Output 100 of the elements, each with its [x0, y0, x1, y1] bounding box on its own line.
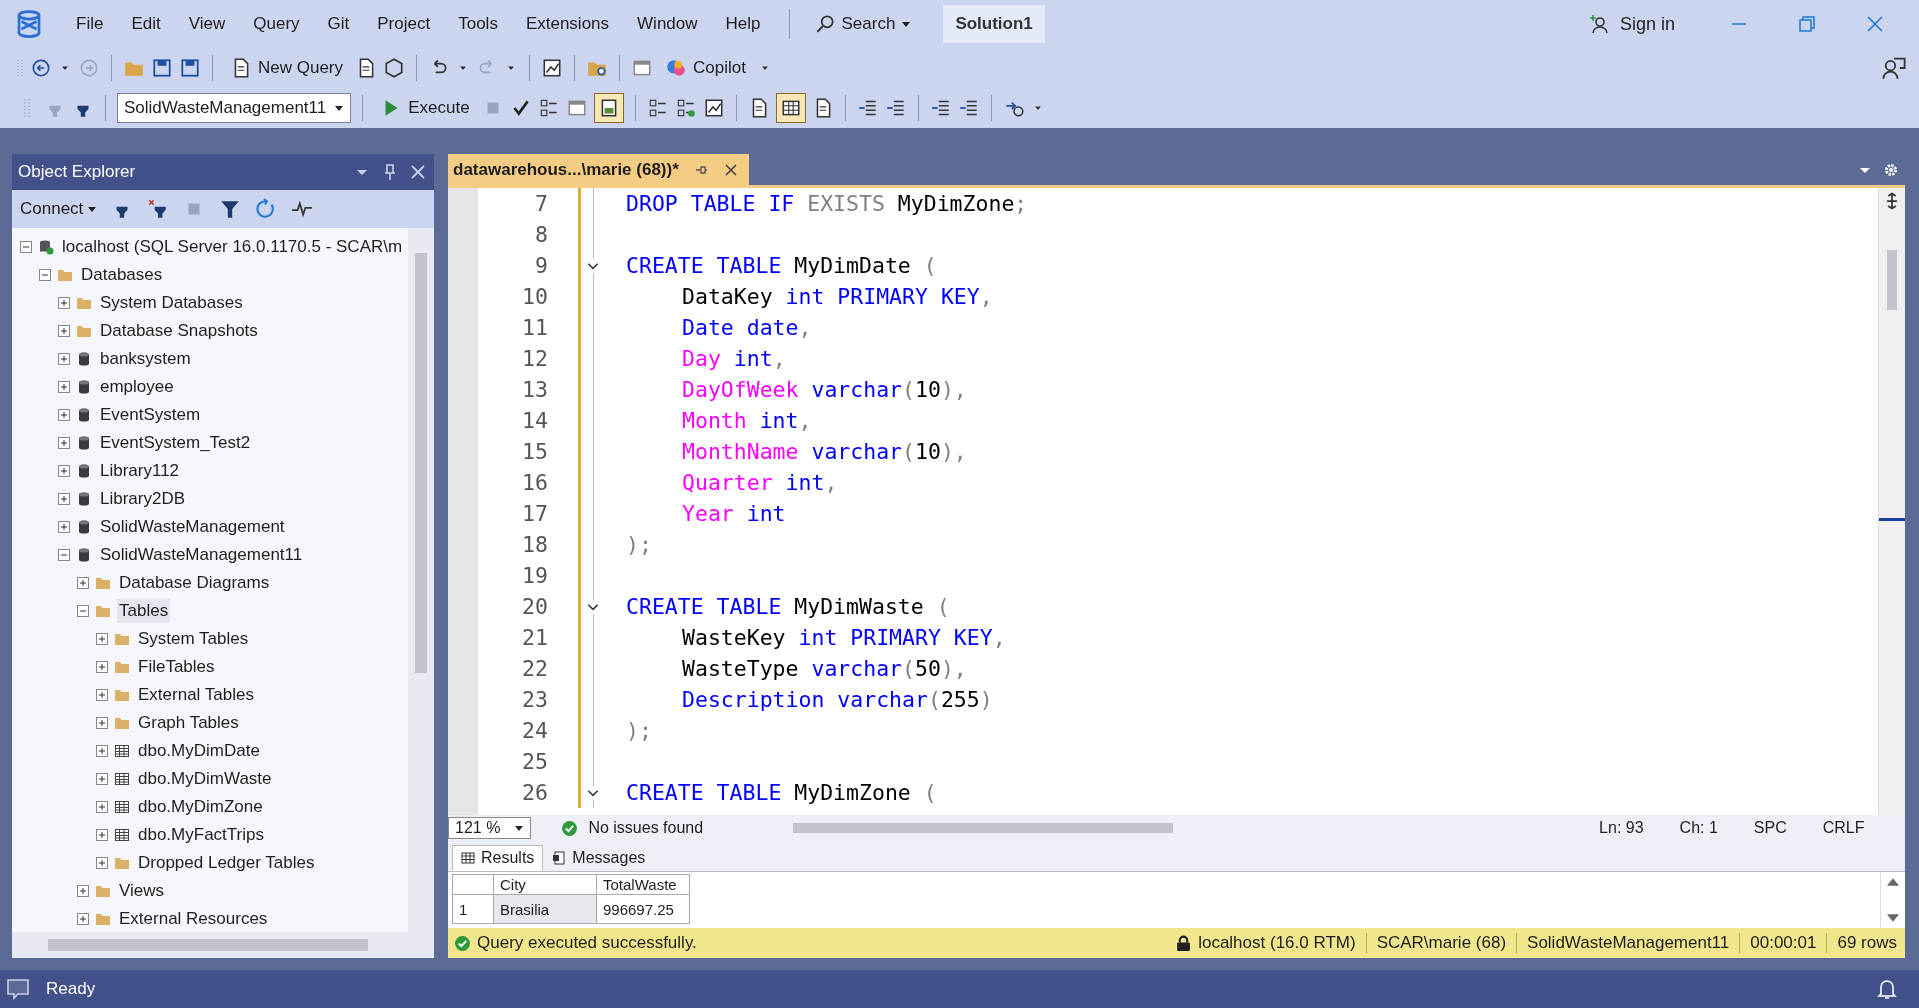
- collapse-icon[interactable]: [77, 605, 89, 617]
- expand-icon[interactable]: [58, 325, 70, 337]
- tree-item[interactable]: SolidWasteManagement11: [98, 543, 305, 567]
- expand-icon[interactable]: [96, 717, 108, 729]
- close-icon[interactable]: [1865, 14, 1885, 34]
- tree-item[interactable]: System Databases: [98, 291, 245, 315]
- tree-item[interactable]: EventSystem: [98, 403, 203, 427]
- pane-icon[interactable]: [593, 93, 624, 123]
- scrollbar-thumb[interactable]: [415, 253, 427, 673]
- tree-item[interactable]: dbo.MyFactTrips: [136, 823, 266, 847]
- save-icon[interactable]: [151, 57, 173, 79]
- tree-item[interactable]: dbo.MyDimWaste: [136, 767, 274, 791]
- expand-icon[interactable]: [96, 829, 108, 841]
- tree-item[interactable]: localhost (SQL Server 16.0.1170.5 - SCAR\m: [60, 235, 405, 259]
- menu-item[interactable]: Project: [363, 14, 445, 34]
- expand-icon[interactable]: [58, 297, 70, 309]
- sign-in-button[interactable]: Sign in: [1587, 13, 1675, 35]
- search-button[interactable]: Search: [803, 9, 922, 39]
- tree-item[interactable]: Database Snapshots: [98, 319, 260, 343]
- scrollbar-thumb[interactable]: [793, 823, 1174, 833]
- scrollbar[interactable]: [1878, 188, 1905, 815]
- tree-item[interactable]: EventSystem_Test2: [98, 431, 253, 455]
- grid-icon[interactable]: [775, 93, 806, 123]
- tree-item[interactable]: Dropped Ledger Tables: [136, 851, 317, 875]
- indent-mode[interactable]: SPC: [1753, 819, 1787, 837]
- tree-item[interactable]: Databases: [79, 263, 165, 287]
- tree-item[interactable]: Views: [117, 879, 167, 903]
- line-ending[interactable]: CRLF: [1822, 819, 1865, 837]
- zoom-dropdown[interactable]: 121 %: [448, 817, 532, 839]
- scroll-down-icon[interactable]: [1887, 914, 1899, 922]
- settings-icon[interactable]: [1883, 161, 1899, 178]
- tree-item[interactable]: dbo.MyDimDate: [136, 739, 262, 763]
- expand-icon[interactable]: [77, 577, 89, 589]
- tree-item[interactable]: System Tables: [136, 627, 251, 651]
- back-icon[interactable]: [30, 57, 52, 79]
- expand-icon[interactable]: [58, 353, 70, 365]
- column-header[interactable]: City: [493, 874, 597, 895]
- execute-button[interactable]: Execute: [374, 95, 476, 121]
- tree-item[interactable]: Graph Tables: [136, 711, 241, 735]
- expand-icon[interactable]: [96, 745, 108, 757]
- expand-icon[interactable]: [77, 885, 89, 897]
- expand-icon[interactable]: [96, 689, 108, 701]
- tree-item[interactable]: External Resources: [117, 907, 270, 931]
- column-header[interactable]: TotalWaste: [596, 874, 690, 895]
- tree-item[interactable]: Database Diagrams: [117, 571, 272, 595]
- expand-icon[interactable]: [58, 521, 70, 533]
- results-tab[interactable]: Messages: [543, 845, 655, 871]
- document-tab[interactable]: datawarehous...\marie (68))*: [448, 154, 749, 185]
- tree-item[interactable]: External Tables: [136, 683, 256, 707]
- menu-item[interactable]: File: [62, 14, 118, 34]
- scrollbar-thumb[interactable]: [48, 939, 368, 951]
- tree-item[interactable]: SolidWasteManagement: [98, 515, 287, 539]
- expand-icon[interactable]: [58, 437, 70, 449]
- expand-icon[interactable]: [58, 409, 70, 421]
- new-query-button[interactable]: New Query: [224, 55, 350, 81]
- menu-item[interactable]: View: [174, 14, 240, 34]
- expand-icon[interactable]: [96, 801, 108, 813]
- tree-item[interactable]: dbo.MyDimZone: [136, 795, 265, 819]
- expand-icon[interactable]: [96, 857, 108, 869]
- tree-item[interactable]: employee: [98, 375, 176, 399]
- save-all-icon[interactable]: [179, 57, 201, 79]
- tree-item[interactable]: FileTables: [136, 655, 217, 679]
- scrollbar-thumb[interactable]: [1887, 250, 1897, 310]
- close-icon[interactable]: [722, 161, 739, 178]
- tree-item[interactable]: Library112: [98, 459, 182, 483]
- menu-item[interactable]: Git: [313, 14, 364, 34]
- filter-icon[interactable]: [219, 198, 242, 220]
- menu-item[interactable]: Help: [711, 14, 775, 34]
- scrollbar[interactable]: [408, 228, 434, 932]
- tree-item[interactable]: banksystem: [98, 347, 193, 371]
- tree-item[interactable]: Tables: [117, 599, 171, 623]
- copilot-button[interactable]: Copilot: [659, 55, 752, 81]
- collapse-icon[interactable]: [58, 549, 70, 561]
- menu-item[interactable]: Query: [239, 14, 314, 34]
- menu-item[interactable]: Window: [623, 14, 712, 34]
- database-dropdown[interactable]: SolidWasteManagement11: [117, 93, 352, 123]
- results-tab[interactable]: Results: [452, 845, 544, 871]
- expand-icon[interactable]: [77, 913, 89, 925]
- expand-icon[interactable]: [58, 465, 70, 477]
- menu-item[interactable]: Tools: [444, 14, 512, 34]
- feedback-icon[interactable]: [1881, 55, 1907, 81]
- scroll-up-icon[interactable]: [1887, 878, 1899, 886]
- issues-status[interactable]: No issues found: [588, 819, 704, 837]
- menu-item[interactable]: Edit: [117, 14, 175, 34]
- collapse-icon[interactable]: [20, 241, 32, 253]
- expand-icon[interactable]: [96, 773, 108, 785]
- table-cell[interactable]: Brasilia: [493, 894, 597, 924]
- restore-icon[interactable]: [1797, 14, 1817, 34]
- tree-item[interactable]: Library2DB: [98, 487, 188, 511]
- expand-icon[interactable]: [96, 633, 108, 645]
- menu-item[interactable]: Extensions: [511, 14, 624, 34]
- expand-icon[interactable]: [58, 381, 70, 393]
- connect-button[interactable]: Connect: [20, 199, 98, 219]
- notification-icon[interactable]: [1875, 977, 1899, 1001]
- expand-icon[interactable]: [58, 493, 70, 505]
- table-cell[interactable]: 996697.25: [596, 894, 690, 924]
- scrollbar[interactable]: [12, 932, 434, 958]
- expand-icon[interactable]: [96, 661, 108, 673]
- cube-icon[interactable]: [383, 57, 406, 79]
- collapse-icon[interactable]: [39, 269, 51, 281]
